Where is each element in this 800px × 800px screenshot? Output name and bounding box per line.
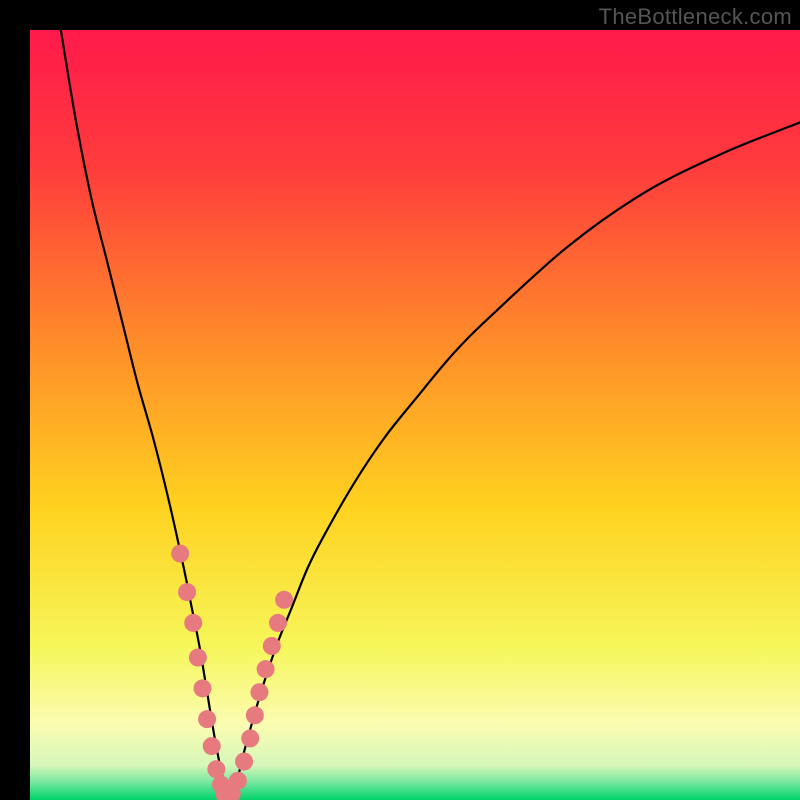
sample-point [246, 706, 264, 724]
curve-layer [30, 30, 800, 800]
sample-point [207, 760, 225, 778]
sample-point [189, 649, 207, 667]
sample-point [235, 753, 253, 771]
sample-point [229, 772, 247, 790]
sample-point [178, 583, 196, 601]
plot-area [30, 30, 800, 800]
sample-point [269, 614, 287, 632]
sample-point [250, 683, 268, 701]
chart-frame: TheBottleneck.com [0, 0, 800, 800]
sample-point [241, 729, 259, 747]
bottleneck-curve [61, 30, 800, 800]
sample-points-group [171, 545, 293, 800]
sample-point [171, 545, 189, 563]
sample-point [275, 591, 293, 609]
sample-point [257, 660, 275, 678]
watermark-text: TheBottleneck.com [599, 4, 792, 30]
sample-point [263, 637, 281, 655]
sample-point [198, 710, 216, 728]
sample-point [203, 737, 221, 755]
sample-point [184, 614, 202, 632]
sample-point [193, 679, 211, 697]
